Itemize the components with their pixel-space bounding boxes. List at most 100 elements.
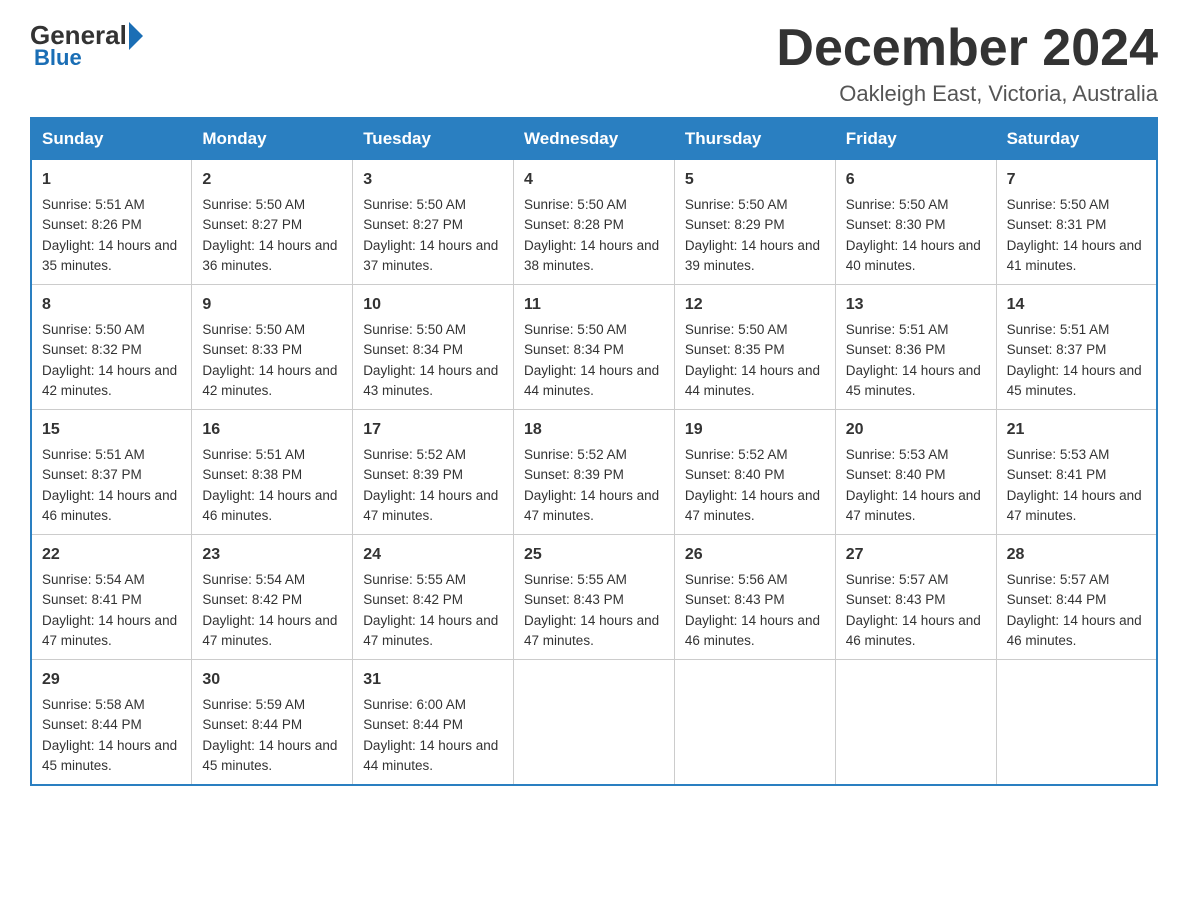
day-number: 4 [524, 168, 664, 192]
daylight-label: Daylight: 14 hours and 47 minutes. [1007, 488, 1142, 523]
sunset-label: Sunset: 8:34 PM [363, 342, 463, 357]
sunset-label: Sunset: 8:33 PM [202, 342, 302, 357]
sunrise-label: Sunrise: 5:54 AM [202, 572, 305, 587]
table-row: 7 Sunrise: 5:50 AM Sunset: 8:31 PM Dayli… [996, 160, 1157, 285]
logo-triangle-icon [129, 22, 143, 50]
sunset-label: Sunset: 8:44 PM [202, 717, 302, 732]
sunrise-label: Sunrise: 5:53 AM [1007, 447, 1110, 462]
sunset-label: Sunset: 8:41 PM [1007, 467, 1107, 482]
daylight-label: Daylight: 14 hours and 44 minutes. [524, 363, 659, 398]
daylight-label: Daylight: 14 hours and 45 minutes. [42, 738, 177, 773]
day-number: 3 [363, 168, 503, 192]
table-row: 15 Sunrise: 5:51 AM Sunset: 8:37 PM Dayl… [31, 410, 192, 535]
table-row: 9 Sunrise: 5:50 AM Sunset: 8:33 PM Dayli… [192, 285, 353, 410]
sunset-label: Sunset: 8:44 PM [363, 717, 463, 732]
table-row: 19 Sunrise: 5:52 AM Sunset: 8:40 PM Dayl… [674, 410, 835, 535]
title-block: December 2024 Oakleigh East, Victoria, A… [776, 20, 1158, 107]
sunset-label: Sunset: 8:40 PM [846, 467, 946, 482]
day-number: 12 [685, 293, 825, 317]
daylight-label: Daylight: 14 hours and 47 minutes. [846, 488, 981, 523]
col-wednesday: Wednesday [514, 118, 675, 160]
table-row: 31 Sunrise: 6:00 AM Sunset: 8:44 PM Dayl… [353, 660, 514, 786]
sunset-label: Sunset: 8:35 PM [685, 342, 785, 357]
table-row: 22 Sunrise: 5:54 AM Sunset: 8:41 PM Dayl… [31, 535, 192, 660]
daylight-label: Daylight: 14 hours and 37 minutes. [363, 238, 498, 273]
day-number: 23 [202, 543, 342, 567]
sunrise-label: Sunrise: 5:54 AM [42, 572, 145, 587]
daylight-label: Daylight: 14 hours and 47 minutes. [363, 613, 498, 648]
daylight-label: Daylight: 14 hours and 40 minutes. [846, 238, 981, 273]
sunrise-label: Sunrise: 5:50 AM [363, 197, 466, 212]
sunset-label: Sunset: 8:29 PM [685, 217, 785, 232]
table-row: 13 Sunrise: 5:51 AM Sunset: 8:36 PM Dayl… [835, 285, 996, 410]
sunset-label: Sunset: 8:31 PM [1007, 217, 1107, 232]
daylight-label: Daylight: 14 hours and 38 minutes. [524, 238, 659, 273]
table-row: 8 Sunrise: 5:50 AM Sunset: 8:32 PM Dayli… [31, 285, 192, 410]
sunset-label: Sunset: 8:34 PM [524, 342, 624, 357]
day-number: 21 [1007, 418, 1146, 442]
sunrise-label: Sunrise: 5:50 AM [524, 197, 627, 212]
day-number: 16 [202, 418, 342, 442]
daylight-label: Daylight: 14 hours and 42 minutes. [42, 363, 177, 398]
sunset-label: Sunset: 8:43 PM [685, 592, 785, 607]
table-row: 29 Sunrise: 5:58 AM Sunset: 8:44 PM Dayl… [31, 660, 192, 786]
sunrise-label: Sunrise: 5:50 AM [42, 322, 145, 337]
daylight-label: Daylight: 14 hours and 46 minutes. [202, 488, 337, 523]
sunrise-label: Sunrise: 5:51 AM [202, 447, 305, 462]
daylight-label: Daylight: 14 hours and 45 minutes. [1007, 363, 1142, 398]
day-number: 9 [202, 293, 342, 317]
day-number: 25 [524, 543, 664, 567]
sunrise-label: Sunrise: 5:50 AM [1007, 197, 1110, 212]
daylight-label: Daylight: 14 hours and 46 minutes. [685, 613, 820, 648]
table-row: 3 Sunrise: 5:50 AM Sunset: 8:27 PM Dayli… [353, 160, 514, 285]
table-row: 20 Sunrise: 5:53 AM Sunset: 8:40 PM Dayl… [835, 410, 996, 535]
sunset-label: Sunset: 8:36 PM [846, 342, 946, 357]
location-subtitle: Oakleigh East, Victoria, Australia [776, 81, 1158, 107]
table-row: 17 Sunrise: 5:52 AM Sunset: 8:39 PM Dayl… [353, 410, 514, 535]
daylight-label: Daylight: 14 hours and 46 minutes. [1007, 613, 1142, 648]
sunrise-label: Sunrise: 6:00 AM [363, 697, 466, 712]
day-number: 18 [524, 418, 664, 442]
table-row: 21 Sunrise: 5:53 AM Sunset: 8:41 PM Dayl… [996, 410, 1157, 535]
sunset-label: Sunset: 8:27 PM [363, 217, 463, 232]
table-row: 11 Sunrise: 5:50 AM Sunset: 8:34 PM Dayl… [514, 285, 675, 410]
sunrise-label: Sunrise: 5:57 AM [1007, 572, 1110, 587]
day-number: 17 [363, 418, 503, 442]
sunrise-label: Sunrise: 5:56 AM [685, 572, 788, 587]
sunrise-label: Sunrise: 5:50 AM [685, 322, 788, 337]
main-title: December 2024 [776, 20, 1158, 77]
sunrise-label: Sunrise: 5:51 AM [42, 197, 145, 212]
table-row: 26 Sunrise: 5:56 AM Sunset: 8:43 PM Dayl… [674, 535, 835, 660]
daylight-label: Daylight: 14 hours and 45 minutes. [846, 363, 981, 398]
day-number: 7 [1007, 168, 1146, 192]
table-row: 30 Sunrise: 5:59 AM Sunset: 8:44 PM Dayl… [192, 660, 353, 786]
col-thursday: Thursday [674, 118, 835, 160]
table-row: 27 Sunrise: 5:57 AM Sunset: 8:43 PM Dayl… [835, 535, 996, 660]
table-row: 16 Sunrise: 5:51 AM Sunset: 8:38 PM Dayl… [192, 410, 353, 535]
col-monday: Monday [192, 118, 353, 160]
daylight-label: Daylight: 14 hours and 42 minutes. [202, 363, 337, 398]
sunset-label: Sunset: 8:26 PM [42, 217, 142, 232]
day-number: 28 [1007, 543, 1146, 567]
sunrise-label: Sunrise: 5:52 AM [363, 447, 466, 462]
sunset-label: Sunset: 8:30 PM [846, 217, 946, 232]
day-number: 10 [363, 293, 503, 317]
sunset-label: Sunset: 8:37 PM [42, 467, 142, 482]
sunrise-label: Sunrise: 5:58 AM [42, 697, 145, 712]
table-row: 25 Sunrise: 5:55 AM Sunset: 8:43 PM Dayl… [514, 535, 675, 660]
sunrise-label: Sunrise: 5:52 AM [524, 447, 627, 462]
sunrise-label: Sunrise: 5:52 AM [685, 447, 788, 462]
table-row: 24 Sunrise: 5:55 AM Sunset: 8:42 PM Dayl… [353, 535, 514, 660]
daylight-label: Daylight: 14 hours and 36 minutes. [202, 238, 337, 273]
table-row: 1 Sunrise: 5:51 AM Sunset: 8:26 PM Dayli… [31, 160, 192, 285]
daylight-label: Daylight: 14 hours and 47 minutes. [363, 488, 498, 523]
sunrise-label: Sunrise: 5:50 AM [524, 322, 627, 337]
day-number: 11 [524, 293, 664, 317]
table-row: 5 Sunrise: 5:50 AM Sunset: 8:29 PM Dayli… [674, 160, 835, 285]
day-number: 13 [846, 293, 986, 317]
page-header: General Blue December 2024 Oakleigh East… [30, 20, 1158, 107]
col-tuesday: Tuesday [353, 118, 514, 160]
table-row: 28 Sunrise: 5:57 AM Sunset: 8:44 PM Dayl… [996, 535, 1157, 660]
daylight-label: Daylight: 14 hours and 47 minutes. [685, 488, 820, 523]
calendar-table: Sunday Monday Tuesday Wednesday Thursday… [30, 117, 1158, 786]
